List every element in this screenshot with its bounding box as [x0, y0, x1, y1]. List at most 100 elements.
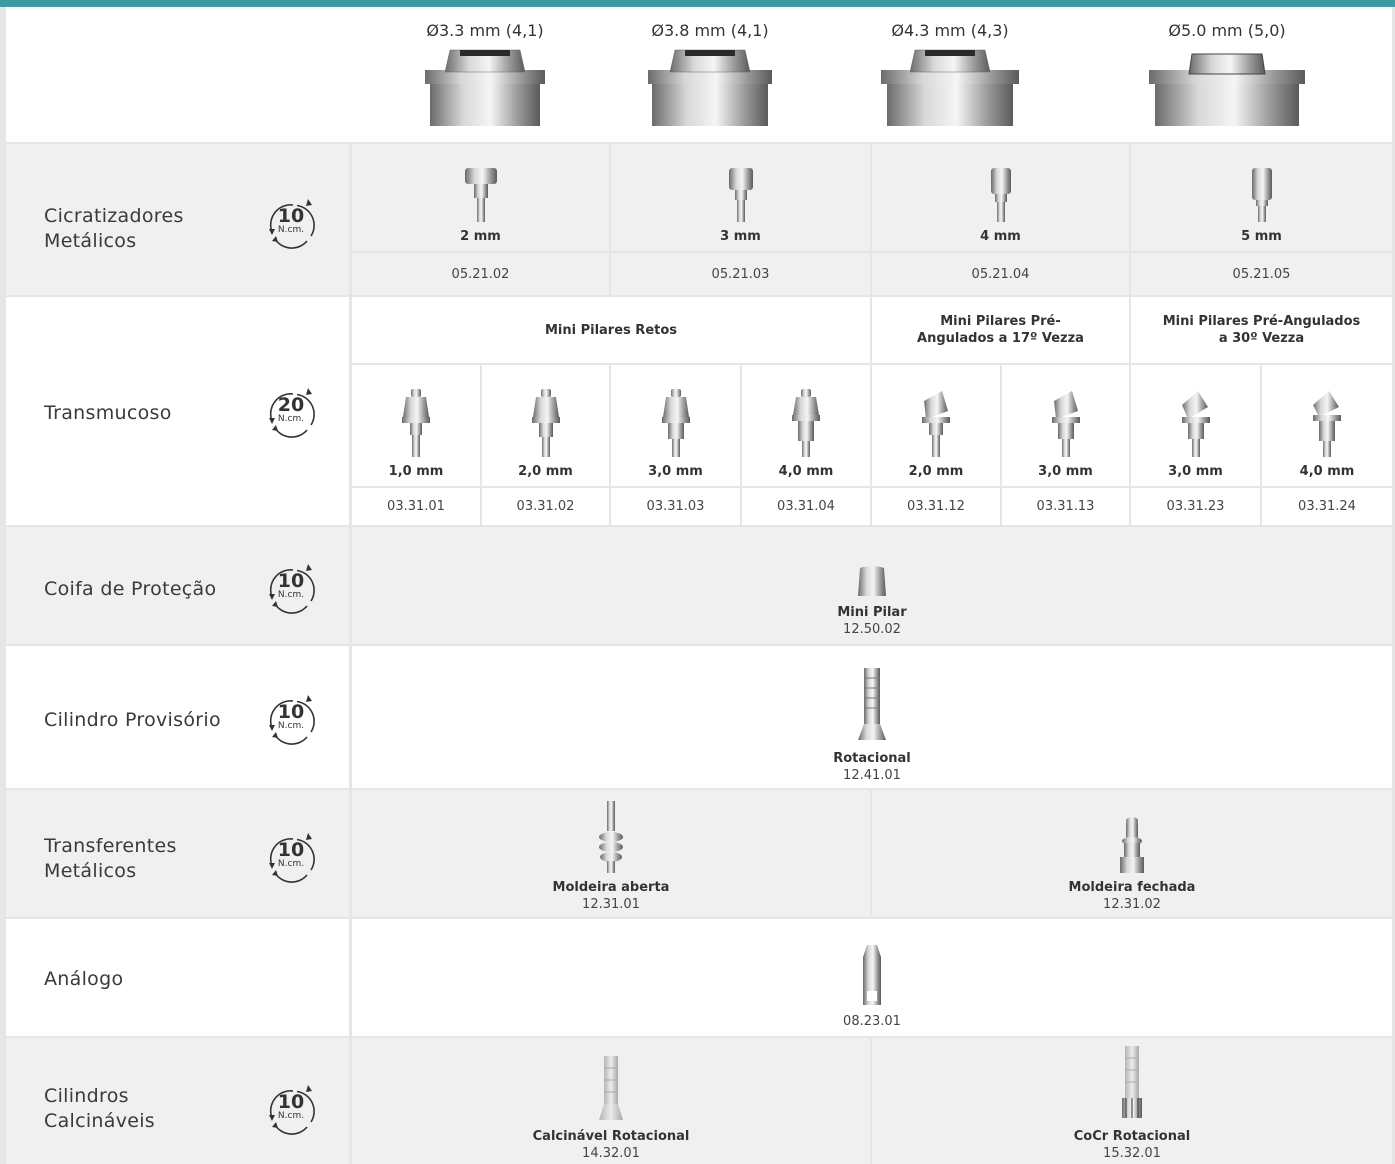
product-code: 05.21.03: [711, 266, 770, 282]
group-header: Mini Pilares Pré-Angulados a 17º Vezza: [872, 297, 1129, 363]
product-code: 12.41.01: [843, 768, 901, 783]
row-label-cell: Transferentes Metálicos 10 N.cm.: [6, 790, 349, 917]
size-label: 3,0 mm: [1038, 464, 1093, 479]
abutment-image: [922, 391, 950, 457]
torque-value: 10: [277, 1091, 305, 1113]
implant-size-3-8: Ø3.8 mm (4,1): [620, 7, 800, 142]
implant-size-label: Ø4.3 mm (4,3): [891, 21, 1009, 40]
row-label: Cicratizadores Metálicos: [44, 205, 184, 252]
mini-abutment-1mm: 1,0 mm: [352, 365, 480, 486]
cocr-cylinder-cell: CoCr Rotacional 15.32.01: [872, 1038, 1392, 1164]
healing-cap-2mm: 2 mm: [352, 144, 609, 251]
cocr-cylinder-image: [1122, 1046, 1142, 1118]
torque-unit: N.cm.: [277, 721, 305, 731]
analog-image: [863, 945, 881, 1005]
size-label: 2,0 mm: [908, 464, 964, 479]
group-header: Mini Pilares Retos: [352, 297, 870, 363]
healing-cap-image: [1251, 168, 1272, 222]
code-cell: 05.21.02: [352, 253, 609, 295]
closed-tray-transfer-cell: Moldeira fechada 12.31.02: [872, 790, 1392, 917]
product-code: 03.31.02: [516, 499, 575, 514]
product-code: 03.31.01: [387, 499, 445, 514]
mini-abutment-2mm: 2,0 mm: [482, 365, 609, 486]
implant-head-image: [881, 49, 1019, 126]
torque-value: 20: [277, 394, 305, 416]
code-cell: 03.31.13: [1002, 488, 1129, 525]
product-code: 15.32.01: [1103, 1146, 1161, 1161]
row-label-cell: Coifa de Proteção 10 N.cm.: [6, 527, 349, 644]
size-label: 4 mm: [980, 229, 1021, 244]
open-tray-transfer-cell: Moldeira aberta 12.31.01: [352, 790, 870, 917]
implant-size-4-3: Ø4.3 mm (4,3): [860, 7, 1040, 142]
size-label: 4,0 mm: [1299, 464, 1355, 479]
healing-cap-image: [990, 168, 1011, 222]
angled-abutment-17-3mm: 3,0 mm: [1002, 365, 1129, 486]
row-label-cell: Cilindro Provisório 10 N.cm.: [6, 646, 349, 788]
code-cell: 05.21.05: [1131, 253, 1392, 295]
abutment-image: [1051, 391, 1080, 457]
product-code: 03.31.23: [1166, 499, 1225, 514]
torque-badge: 20 N.cm.: [263, 385, 319, 441]
group-header: Mini Pilares Pré-Angulados a 30º Vezza: [1131, 297, 1392, 363]
group-title: Mini Pilares Pré-Angulados a 17º Vezza: [917, 314, 1084, 346]
implant-size-label: Ø3.8 mm (4,1): [651, 21, 769, 40]
torque-value: 10: [277, 839, 305, 861]
row-label-cell: Cicratizadores Metálicos 10 N.cm.: [6, 144, 349, 295]
size-label: 4,0 mm: [778, 464, 834, 479]
abutment-image: [402, 389, 430, 457]
burnout-cylinder-cell: Calcinável Rotacional 14.32.01: [352, 1038, 870, 1164]
product-name: Mini Pilar: [837, 605, 907, 620]
healing-cap-image: [464, 168, 497, 222]
torque-badge: 10 N.cm.: [263, 692, 319, 748]
code-cell: 03.31.02: [482, 488, 609, 525]
product-code: 03.31.13: [1036, 499, 1095, 514]
product-code: 12.31.01: [582, 897, 640, 912]
product-code: 12.50.02: [843, 622, 901, 637]
row-label: Coifa de Proteção: [44, 578, 217, 600]
size-label: 3,0 mm: [648, 464, 703, 479]
torque-value: 10: [277, 205, 305, 227]
implant-size-3-3: Ø3.3 mm (4,1): [395, 7, 575, 142]
row-label: Cilindros Calcináveis: [44, 1085, 156, 1132]
product-code: 05.21.02: [451, 266, 510, 282]
row-label: Análogo: [44, 968, 124, 990]
torque-unit: N.cm.: [277, 1111, 305, 1121]
size-label: 3 mm: [720, 229, 761, 244]
angled-abutment-30-4mm: 4,0 mm: [1262, 365, 1392, 486]
torque-unit: N.cm.: [277, 859, 305, 869]
torque-badge: 10 N.cm.: [263, 561, 319, 617]
product-name: Moldeira aberta: [552, 880, 670, 895]
healing-cap-5mm: 5 mm: [1131, 144, 1392, 251]
torque-unit: N.cm.: [277, 590, 305, 600]
torque-unit: N.cm.: [277, 225, 305, 235]
code-cell: 03.31.23: [1131, 488, 1260, 525]
size-label: 2 mm: [460, 229, 501, 244]
group-title: Mini Pilares Retos: [544, 322, 678, 338]
row-label-cell: Análogo: [6, 919, 349, 1036]
product-code: 03.31.03: [646, 499, 705, 514]
abutment-image: [792, 389, 820, 457]
implant-head-image: [1149, 53, 1305, 126]
torque-badge: 10 N.cm.: [263, 830, 319, 886]
healing-cap-image: [728, 168, 753, 222]
healing-cap-3mm: 3 mm: [611, 144, 870, 251]
product-code: 05.21.04: [971, 266, 1030, 282]
angled-abutment-17-2mm: 2,0 mm: [872, 365, 1000, 486]
torque-unit: N.cm.: [277, 414, 305, 424]
code-cell: 03.31.03: [611, 488, 740, 525]
analog-cell: 08.23.01: [352, 919, 1392, 1036]
implant-size-5-0: Ø5.0 mm (5,0): [1137, 7, 1317, 142]
provisional-cylinder-cell: Rotacional 12.41.01: [352, 646, 1392, 788]
angled-abutment-30-3mm: 3,0 mm: [1131, 365, 1260, 486]
row-label-cell: Transmucoso 20 N.cm.: [6, 297, 349, 525]
code-cell: 05.21.04: [872, 253, 1129, 295]
torque-badge: 10 N.cm.: [263, 1082, 319, 1138]
code-cell: 05.21.03: [611, 253, 870, 295]
size-label: 1,0 mm: [388, 464, 444, 479]
implant-size-label: Ø5.0 mm (5,0): [1168, 21, 1286, 40]
protection-cap-image: [858, 566, 886, 596]
row-label: Cilindro Provisório: [44, 709, 221, 731]
product-code: 12.31.02: [1103, 897, 1161, 912]
product-code: 14.32.01: [582, 1146, 640, 1161]
product-name: CoCr Rotacional: [1073, 1129, 1191, 1144]
